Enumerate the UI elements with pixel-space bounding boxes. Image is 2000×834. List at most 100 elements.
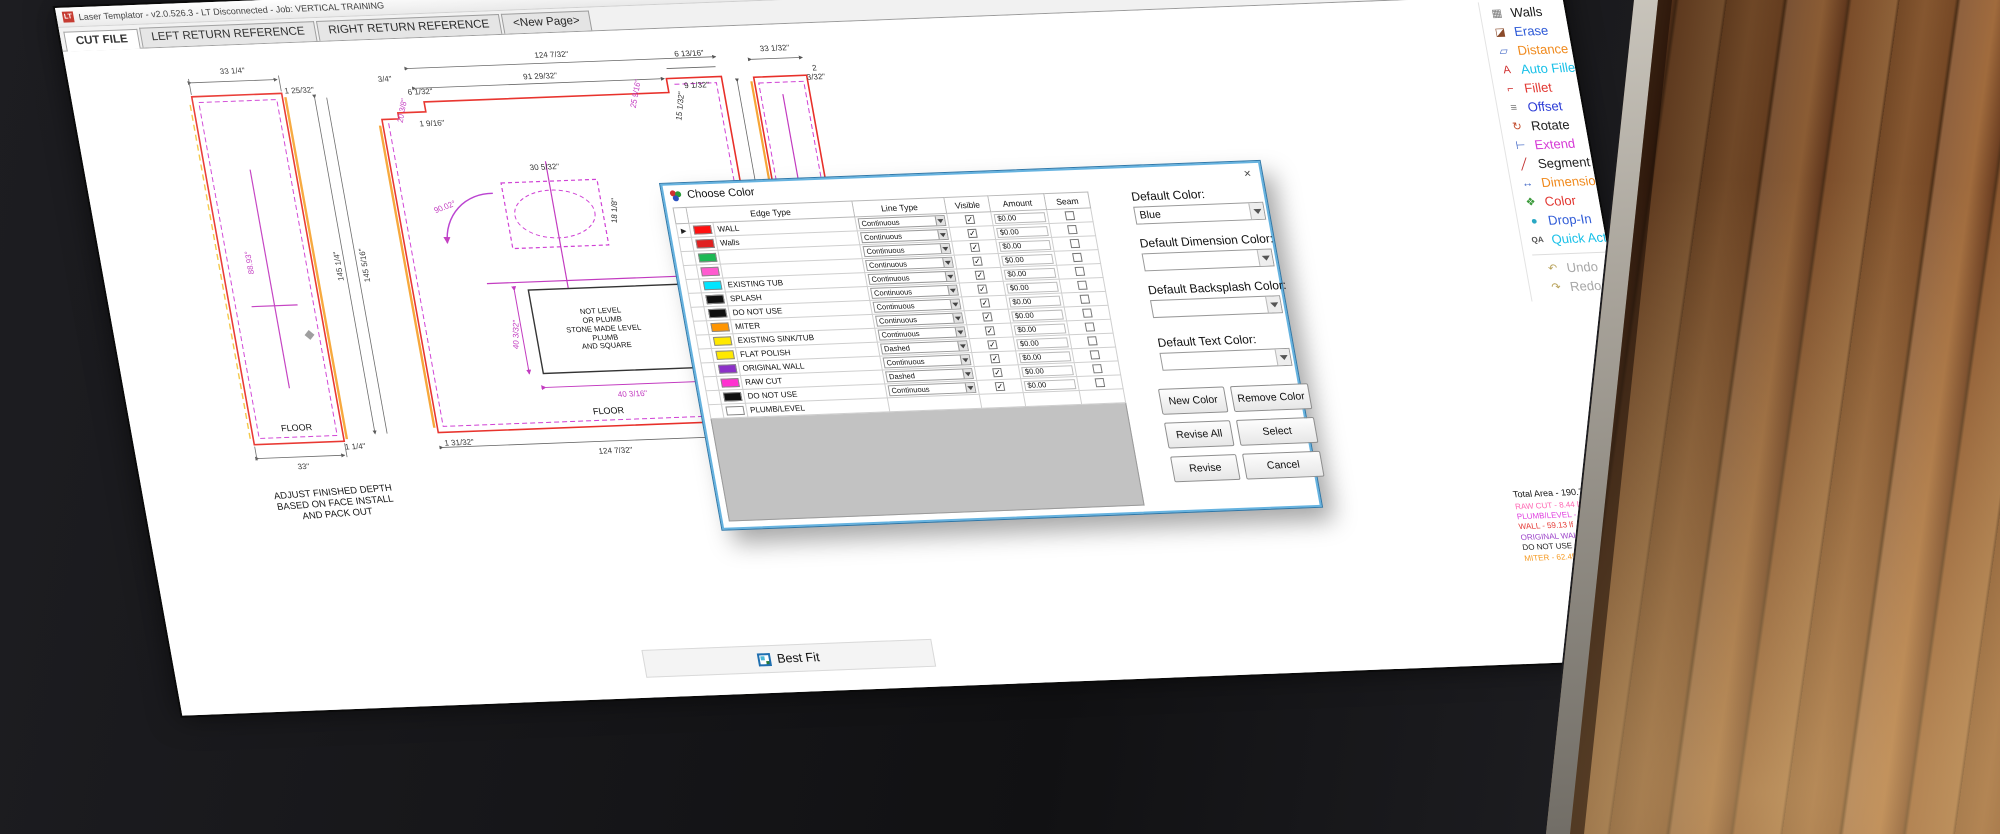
color-swatch[interactable] — [722, 392, 742, 402]
seam-checkbox[interactable] — [1085, 322, 1096, 331]
chevron-down-icon — [937, 230, 948, 239]
color-swatch[interactable] — [692, 225, 712, 235]
line-type-dropdown[interactable]: Continuous — [873, 298, 962, 312]
default-backsplash-color-dropdown[interactable] — [1150, 295, 1283, 318]
visible-checkbox[interactable]: ✓ — [975, 271, 986, 280]
cad-label: 1 31/32" — [444, 438, 475, 449]
seam-checkbox[interactable] — [1077, 281, 1088, 290]
line-type-dropdown[interactable]: Continuous — [858, 215, 947, 229]
remove-color-button[interactable]: Remove Color — [1230, 383, 1313, 412]
drawing-canvas[interactable]: 33 1/4"1 25/32"88.93°145 1/4"145 5/16"FL… — [63, 0, 1681, 716]
amount-input[interactable]: $0.00 — [994, 212, 1047, 224]
revise-all-button[interactable]: Revise All — [1164, 420, 1235, 448]
line-type-value: Continuous — [891, 385, 931, 395]
seam-checkbox[interactable] — [1092, 364, 1103, 373]
seam-checkbox[interactable] — [1072, 253, 1083, 262]
seam-checkbox[interactable] — [1070, 239, 1081, 248]
line-type-dropdown[interactable]: Dashed — [885, 368, 974, 382]
line-type-value: Continuous — [873, 287, 913, 297]
color-swatch[interactable] — [712, 336, 732, 346]
chevron-down-icon — [962, 369, 973, 378]
seam-checkbox[interactable] — [1095, 378, 1106, 387]
cad-label: 91 29/32" — [522, 71, 558, 82]
seam-checkbox[interactable] — [1087, 336, 1098, 345]
line-type-dropdown[interactable]: Continuous — [865, 257, 954, 271]
tab-new-page[interactable]: <New Page> — [500, 11, 592, 34]
visible-checkbox[interactable]: ✓ — [965, 215, 976, 224]
cad-label: 2 3/32" — [804, 63, 826, 82]
visible-checkbox[interactable]: ✓ — [977, 284, 988, 293]
offset-lines-icon: ≡ — [1505, 101, 1523, 114]
line-type-dropdown[interactable]: Continuous — [883, 354, 972, 368]
seam-checkbox[interactable] — [1080, 295, 1091, 304]
revise-button[interactable]: Revise — [1170, 454, 1241, 482]
amount-input[interactable]: $0.00 — [1024, 379, 1077, 391]
default-text-color-dropdown[interactable] — [1159, 348, 1292, 371]
tool-label-redo: Redo — [1569, 278, 1603, 294]
color-swatch[interactable] — [702, 281, 722, 291]
amount-input[interactable]: $0.00 — [1016, 337, 1069, 349]
line-type-dropdown[interactable]: Continuous — [868, 271, 957, 285]
column-header-seam: Seam — [1044, 191, 1091, 210]
visible-checkbox[interactable]: ✓ — [992, 368, 1003, 377]
visible-checkbox[interactable]: ✓ — [972, 257, 983, 266]
line-type-dropdown[interactable]: Continuous — [875, 312, 964, 326]
color-swatch[interactable] — [710, 322, 730, 332]
close-icon[interactable]: × — [1240, 166, 1256, 180]
visible-checkbox[interactable]: ✓ — [995, 382, 1006, 391]
amount-input[interactable]: $0.00 — [1006, 281, 1059, 293]
cad-label: 124 7/32" — [598, 445, 634, 456]
visible-checkbox[interactable]: ✓ — [982, 312, 993, 321]
visible-checkbox[interactable]: ✓ — [980, 298, 991, 307]
line-type-dropdown[interactable]: Continuous — [878, 326, 967, 340]
amount-input[interactable]: $0.00 — [1009, 295, 1062, 307]
line-type-value: Continuous — [861, 218, 901, 228]
visible-checkbox[interactable]: ✓ — [987, 340, 998, 349]
color-swatch[interactable] — [695, 239, 715, 249]
amount-input[interactable]: $0.00 — [1019, 351, 1072, 363]
seam-checkbox[interactable] — [1075, 267, 1086, 276]
best-fit-button[interactable]: Best Fit — [776, 650, 821, 666]
column-header-amount: Amount — [988, 193, 1047, 212]
amount-input[interactable]: $0.00 — [1004, 267, 1057, 279]
visible-checkbox[interactable]: ✓ — [990, 354, 1001, 363]
visible-checkbox[interactable]: ✓ — [967, 229, 978, 238]
amount-input[interactable]: $0.00 — [999, 239, 1052, 251]
color-swatch[interactable] — [715, 350, 735, 360]
default-group-default-color: Default Color:Blue — [1130, 185, 1266, 225]
visible-checkbox[interactable]: ✓ — [970, 243, 981, 252]
seam-checkbox[interactable] — [1090, 350, 1101, 359]
cancel-button[interactable]: Cancel — [1242, 451, 1325, 480]
color-swatch[interactable] — [725, 406, 745, 416]
amount-input[interactable]: $0.00 — [1014, 323, 1067, 335]
new-color-button[interactable]: New Color — [1158, 386, 1229, 414]
rotate-arrow-icon: ↻ — [1508, 120, 1526, 134]
cad-label: 30 5/32" — [529, 162, 560, 173]
line-type-dropdown[interactable]: Continuous — [860, 229, 949, 243]
seam-checkbox[interactable] — [1065, 211, 1076, 220]
visible-checkbox[interactable]: ✓ — [985, 326, 996, 335]
swatch-cell — [720, 390, 746, 405]
color-swatch[interactable] — [700, 267, 720, 277]
line-type-dropdown[interactable]: Continuous — [888, 382, 977, 396]
color-swatch[interactable] — [720, 378, 740, 388]
line-type-dropdown[interactable]: Dashed — [880, 340, 969, 354]
seam-checkbox[interactable] — [1082, 308, 1093, 317]
line-type-dropdown[interactable]: Continuous — [870, 285, 959, 299]
default-dimension-color-dropdown[interactable] — [1142, 248, 1275, 271]
color-swatch[interactable] — [697, 253, 717, 263]
select-button[interactable]: Select — [1236, 417, 1319, 446]
default-color-dropdown[interactable]: Blue — [1133, 202, 1266, 225]
cad-label: 1 9/16" — [419, 118, 446, 128]
amount-input[interactable]: $0.00 — [1001, 253, 1054, 265]
amount-input[interactable]: $0.00 — [996, 226, 1049, 238]
column-header-visible: Visible — [944, 195, 991, 214]
line-type-dropdown[interactable]: Continuous — [863, 243, 952, 257]
dropdown-value: Blue — [1139, 209, 1162, 222]
color-swatch[interactable] — [717, 364, 737, 374]
color-swatch[interactable] — [707, 308, 727, 318]
color-swatch[interactable] — [705, 295, 725, 305]
amount-input[interactable]: $0.00 — [1021, 365, 1074, 377]
seam-checkbox[interactable] — [1067, 225, 1078, 234]
amount-input[interactable]: $0.00 — [1011, 309, 1064, 321]
